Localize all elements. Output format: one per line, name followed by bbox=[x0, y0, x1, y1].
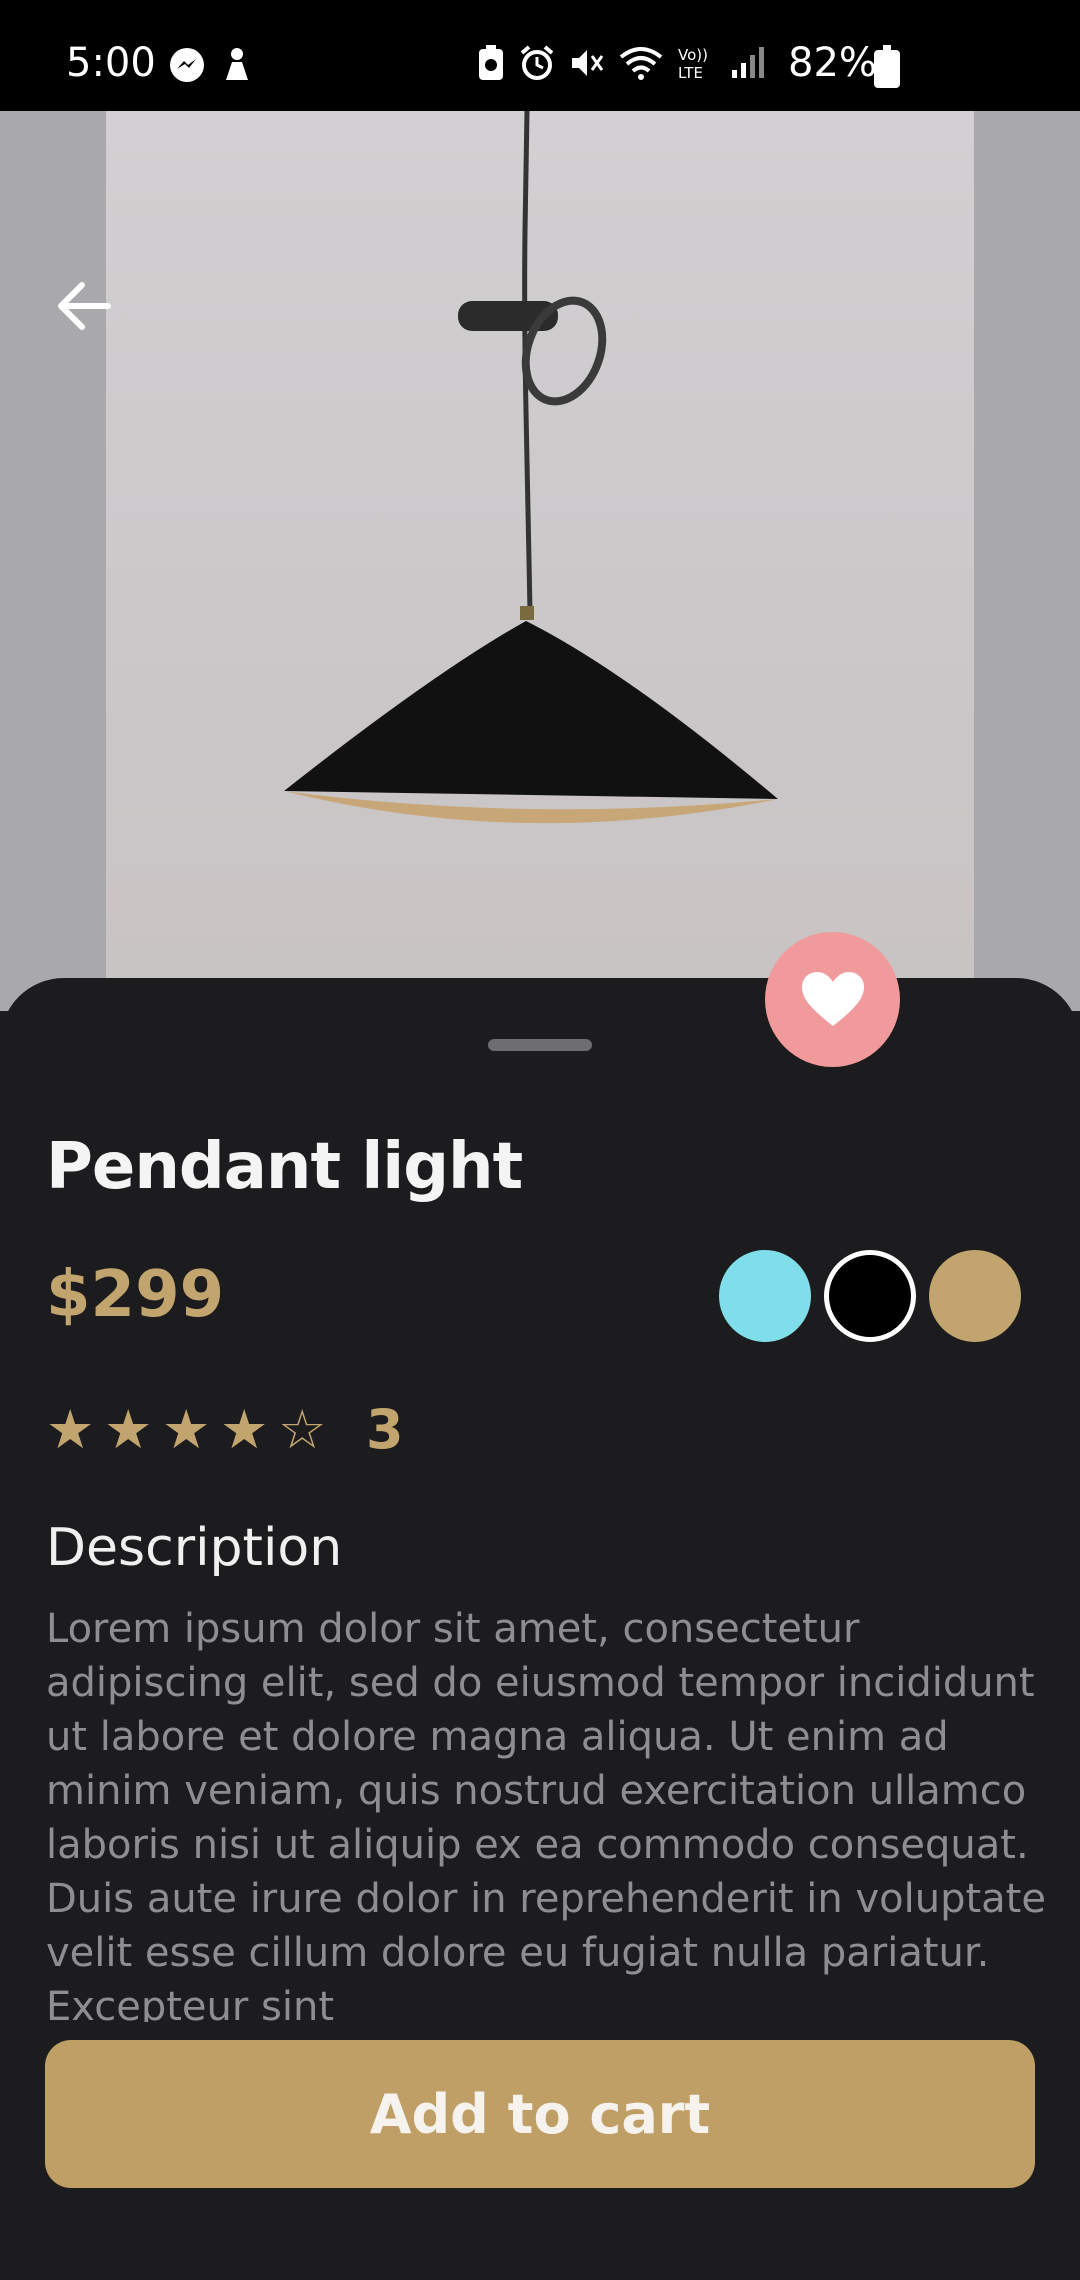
star-filled-icon: ★ bbox=[162, 1398, 211, 1461]
product-image bbox=[0, 111, 1080, 1011]
signal-icon bbox=[728, 44, 766, 86]
product-price: $299 bbox=[46, 1258, 225, 1332]
status-time: 5:00 bbox=[66, 40, 156, 86]
wifi-icon bbox=[618, 44, 664, 86]
color-swatch-black[interactable] bbox=[824, 1250, 916, 1342]
star-empty-icon: ☆ bbox=[278, 1398, 327, 1461]
status-left-icons bbox=[168, 46, 254, 88]
add-to-cart-button[interactable]: Add to cart bbox=[45, 2040, 1035, 2188]
description-text: Lorem ipsum dolor sit amet, consectetur … bbox=[46, 1606, 1046, 2022]
mute-icon bbox=[568, 44, 606, 86]
back-button[interactable] bbox=[50, 271, 120, 341]
favorite-button[interactable] bbox=[765, 932, 900, 1067]
svg-text:LTE: LTE bbox=[678, 64, 703, 82]
rating-count: 3 bbox=[366, 1398, 404, 1461]
product-title: Pendant light bbox=[46, 1130, 523, 1204]
pendant-lamp-illustration bbox=[284, 111, 778, 824]
description-heading: Description bbox=[46, 1518, 343, 1578]
volte-icon: Vo)) LTE bbox=[676, 44, 716, 86]
color-swatch-cyan[interactable] bbox=[719, 1250, 811, 1342]
product-photo bbox=[106, 111, 974, 1011]
svg-text:Vo)): Vo)) bbox=[678, 46, 708, 64]
alarm-icon bbox=[518, 44, 556, 86]
drag-handle[interactable] bbox=[488, 1039, 592, 1051]
arrow-left-icon bbox=[58, 282, 111, 330]
star-filled-icon: ★ bbox=[220, 1398, 269, 1461]
battery-percent: 82% bbox=[788, 40, 877, 86]
person-icon bbox=[220, 46, 254, 88]
star-filled-icon: ★ bbox=[46, 1398, 95, 1461]
status-bar: 5:00 Vo)) LTE 82% bbox=[0, 0, 1080, 111]
color-swatch-gold[interactable] bbox=[929, 1250, 1021, 1342]
battery-icon bbox=[874, 45, 900, 88]
status-right-icons: Vo)) LTE bbox=[476, 44, 766, 86]
rating: ★ ★ ★ ★ ☆ 3 bbox=[46, 1398, 404, 1462]
heart-icon bbox=[801, 971, 864, 1026]
star-filled-icon: ★ bbox=[104, 1398, 153, 1461]
battery-saver-icon bbox=[476, 44, 506, 86]
messenger-icon bbox=[168, 46, 206, 88]
